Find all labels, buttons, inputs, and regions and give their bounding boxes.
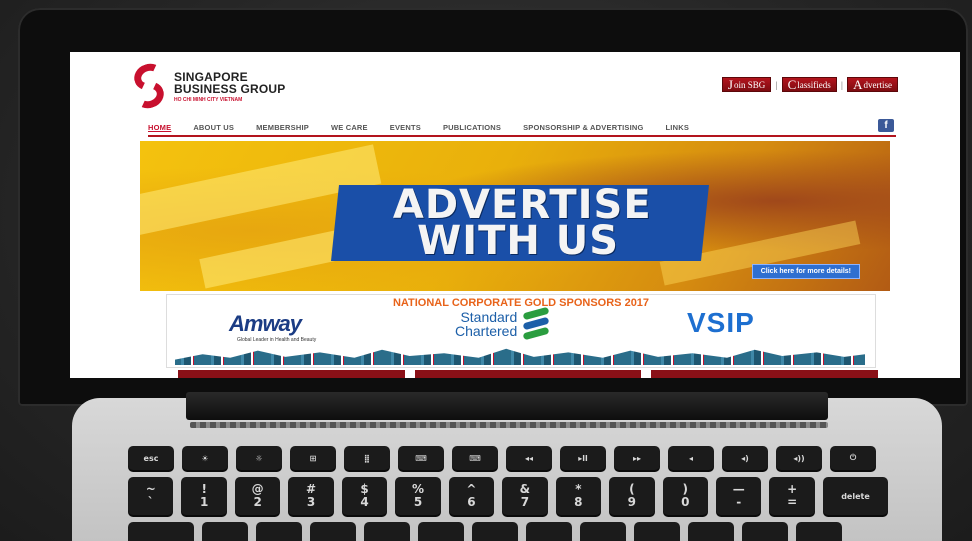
key-5[interactable]: % 5 xyxy=(395,477,441,515)
amway-logo[interactable]: Amway Global Leader in Health and Beauty xyxy=(229,311,316,343)
key-launchpad-icon[interactable]: ⣿ xyxy=(344,446,390,470)
vsip-logo[interactable]: VSIP xyxy=(687,307,755,339)
amway-name: Amway xyxy=(229,311,302,336)
key-u[interactable] xyxy=(526,522,572,541)
sponsors-title: NATIONAL CORPORATE GOLD SPONSORS 2017 xyxy=(392,297,650,309)
laptop-lid: SINGAPORE BUSINESS GROUP HO CHI MINH CIT… xyxy=(18,8,968,406)
key-volume-down-icon[interactable]: ◂) xyxy=(722,446,768,470)
advertise-button[interactable]: A dvertise xyxy=(847,77,898,92)
key-brightness-down-icon[interactable]: ☀ xyxy=(182,446,228,470)
banner-headline: ADVERTISE WITH US xyxy=(331,182,709,264)
key-equals[interactable]: + = xyxy=(769,477,815,515)
laptop-hinge xyxy=(186,392,828,420)
join-label: oin SBG xyxy=(733,79,766,90)
key-delete[interactable]: delete xyxy=(822,477,889,515)
key-brightness-up-icon[interactable]: ☼ xyxy=(236,446,282,470)
nav-about-us[interactable]: ABOUT US xyxy=(193,123,234,135)
key-mute-icon[interactable]: ◂ xyxy=(668,446,714,470)
logo-line-business-group: BUSINESS GROUP xyxy=(174,82,286,96)
logo-line-location: HO CHI MINH CITY VIETNAM xyxy=(174,97,243,103)
skyline-graphic xyxy=(175,348,865,365)
keyboard: esc ☀ ☼ ⊞ ⣿ ⌨ ⌨ ◂◂ ▸ll ▸▸ ◂ ◂) ◂)) ⏻ ~ ` … xyxy=(128,446,889,541)
key-w[interactable] xyxy=(256,522,302,541)
key-2[interactable]: @2 xyxy=(234,477,281,515)
nav-publications[interactable]: PUBLICATIONS xyxy=(443,123,501,135)
sponsors-panel: NATIONAL CORPORATE GOLD SPONSORS 2017 Am… xyxy=(166,294,876,368)
section-header-bar xyxy=(414,370,642,378)
amway-tagline: Global Leader in Health and Beauty xyxy=(237,337,317,343)
key-o[interactable] xyxy=(634,522,680,541)
key-0[interactable]: ) 0 xyxy=(662,477,708,515)
classifieds-label: lassifieds xyxy=(797,79,831,90)
top-button-group: J oin SBG | C lassifieds | A dvertise xyxy=(721,76,898,92)
key-i[interactable] xyxy=(580,522,626,541)
section-header-bar xyxy=(651,370,879,378)
key-4[interactable]: $4 xyxy=(341,477,388,515)
key-volume-up-icon[interactable]: ◂)) xyxy=(776,446,822,470)
key-q[interactable] xyxy=(202,522,248,541)
separator: | xyxy=(775,79,778,90)
advertise-banner[interactable]: ADVERTISE WITH US Click here for more de… xyxy=(140,141,890,291)
key-9[interactable]: (9 xyxy=(609,477,655,515)
key-8[interactable]: * 8 xyxy=(555,477,602,515)
advertise-initial: A xyxy=(853,76,863,92)
key-bracket-right[interactable] xyxy=(796,522,842,541)
key-kbd-light-up-icon[interactable]: ⌨ xyxy=(452,446,498,470)
key-fast-forward-icon[interactable]: ▸▸ xyxy=(614,446,660,470)
laptop-vent xyxy=(190,422,828,428)
key-1[interactable]: ! 1 xyxy=(181,477,227,515)
key-mission-control-icon[interactable]: ⊞ xyxy=(290,446,336,470)
nav-membership[interactable]: MEMBERSHIP xyxy=(256,123,309,135)
sc-line-1: Standard xyxy=(460,309,518,325)
nav-events[interactable]: EVENTS xyxy=(390,123,421,135)
more-details-button[interactable]: Click here for more details! xyxy=(751,264,860,279)
nav-home[interactable]: HOME xyxy=(148,123,171,135)
key-power-icon[interactable]: ⏻ xyxy=(830,446,876,470)
facebook-icon[interactable]: f xyxy=(878,119,894,132)
number-key-row: ~ ` ! 1 @2 #3 $4 % 5 ^ 6 & 7 * 8 (9 ) 0 — - + = d… xyxy=(128,477,889,515)
key-6[interactable]: ^ 6 xyxy=(448,477,495,515)
key-r[interactable] xyxy=(364,522,410,541)
sbg-logo-icon xyxy=(130,59,170,113)
nav-links[interactable]: LINKS xyxy=(666,123,690,135)
site-logo[interactable]: SINGAPORE BUSINESS GROUP HO CHI MINH CIT… xyxy=(130,59,286,113)
join-sbg-button[interactable]: J oin SBG xyxy=(721,76,772,92)
separator: | xyxy=(840,79,844,90)
key-y[interactable] xyxy=(472,522,518,541)
nav-sponsorship-advertising[interactable]: SPONSORSHIP & ADVERTISING xyxy=(523,123,643,135)
laptop-screen: SINGAPORE BUSINESS GROUP HO CHI MINH CIT… xyxy=(70,52,960,378)
section-header-bar xyxy=(178,370,405,378)
key-tilde[interactable]: ~ ` xyxy=(128,477,174,515)
classifieds-button[interactable]: C lassifieds xyxy=(781,76,837,92)
qwerty-key-row xyxy=(128,522,888,541)
advertise-label: dvertise xyxy=(863,79,893,90)
key-e[interactable] xyxy=(310,522,356,541)
key-bracket-left[interactable] xyxy=(742,522,788,541)
key-rewind-icon[interactable]: ◂◂ xyxy=(506,446,552,470)
key-t[interactable] xyxy=(418,522,464,541)
standard-chartered-icon xyxy=(522,306,550,341)
function-key-row: esc ☀ ☼ ⊞ ⣿ ⌨ ⌨ ◂◂ ▸ll ▸▸ ◂ ◂) ◂)) ⏻ xyxy=(128,446,888,470)
key-3[interactable]: #3 xyxy=(288,477,334,515)
key-minus[interactable]: — - xyxy=(715,477,762,515)
sc-line-2: Chartered xyxy=(455,323,518,339)
join-initial: J xyxy=(727,76,733,92)
key-tab[interactable] xyxy=(128,522,194,541)
key-kbd-light-down-icon[interactable]: ⌨ xyxy=(398,446,444,470)
key-7[interactable]: & 7 xyxy=(502,477,548,515)
key-p[interactable] xyxy=(688,522,734,541)
headline-line-2: WITH US xyxy=(417,218,620,264)
standard-chartered-logo[interactable]: Standard Chartered xyxy=(455,306,550,341)
key-esc[interactable]: esc xyxy=(128,446,174,470)
section-headers xyxy=(178,370,879,378)
main-nav: HOME ABOUT US MEMBERSHIP WE CARE EVENTS … xyxy=(148,123,896,137)
nav-we-care[interactable]: WE CARE xyxy=(331,123,368,135)
classifieds-initial: C xyxy=(787,76,797,92)
key-play-pause-icon[interactable]: ▸ll xyxy=(560,446,606,470)
